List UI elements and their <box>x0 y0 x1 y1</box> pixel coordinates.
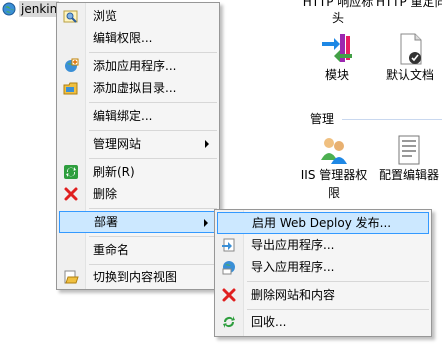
menu-item-add-application[interactable]: 添加应用程序... <box>59 55 217 77</box>
menu-item-label: 导出应用程序... <box>251 238 335 252</box>
add-virtual-directory-icon <box>63 80 79 96</box>
globe-icon <box>2 2 16 16</box>
menu-item-import-application[interactable]: 导入应用程序... <box>217 256 429 278</box>
refresh-icon <box>63 164 79 180</box>
modules-icon <box>322 34 352 62</box>
menu-item-label: 部署 <box>94 215 119 229</box>
feature-iis-manager-permissions[interactable]: IIS 管理器权限 <box>294 134 374 202</box>
content-view-icon <box>63 269 79 285</box>
section-title-management: 管理 <box>310 112 335 126</box>
feature-label: HTTP 响应标头 <box>302 0 374 25</box>
menu-item-label: 启用 Web Deploy 发布... <box>252 216 392 230</box>
feature-configuration-editor[interactable]: 配置编辑器 <box>376 134 442 184</box>
menu-item-deploy[interactable]: 部署 <box>59 211 217 233</box>
iis-manager-permissions-icon <box>321 138 347 164</box>
menu-item-enable-web-deploy[interactable]: 启用 Web Deploy 发布... <box>217 212 429 234</box>
add-application-icon <box>63 58 79 74</box>
delete-site-icon <box>221 287 237 303</box>
feature-label: 模块 <box>324 68 349 82</box>
menu-item-label: 添加虚拟目录... <box>93 81 177 95</box>
menu-separator <box>89 158 217 159</box>
export-application-icon <box>221 237 237 253</box>
menu-item-edit-bindings[interactable]: 编辑绑定... <box>59 105 217 127</box>
import-application-icon <box>221 259 237 275</box>
menu-item-label: 刷新(R) <box>93 165 135 179</box>
menu-item-edit-permissions[interactable]: 编辑权限... <box>59 27 217 49</box>
configuration-editor-icon <box>398 135 420 165</box>
menu-item-rename[interactable]: 重命名 <box>59 239 217 261</box>
menu-item-add-virtual-directory[interactable]: 添加虚拟目录... <box>59 77 217 99</box>
feature-label: 默认文档 <box>385 68 434 82</box>
feature-http-redirect[interactable]: HTTP 重定向 <box>376 0 442 10</box>
menu-separator <box>89 236 217 237</box>
menu-item-label: 删除 <box>93 187 118 201</box>
feature-modules[interactable]: 模块 <box>312 32 362 84</box>
menu-item-switch-content-view[interactable]: 切换到内容视图 <box>59 266 217 288</box>
menu-item-label: 回收... <box>251 315 287 329</box>
feature-label: HTTP 重定向 <box>376 0 442 9</box>
menu-item-label: 浏览 <box>93 9 118 23</box>
menu-item-label: 编辑绑定... <box>93 109 153 123</box>
submenu-arrow-icon <box>205 140 209 148</box>
menu-item-recycle[interactable]: 回收... <box>217 311 429 333</box>
site-context-menu: 浏览 编辑权限... 添加应用程序... 添加虚拟目录... 编辑绑定... 管… <box>56 2 220 290</box>
delete-icon <box>63 186 79 202</box>
menu-separator <box>89 52 217 53</box>
menu-separator <box>89 130 217 131</box>
menu-item-label: 切换到内容视图 <box>93 270 178 284</box>
menu-separator <box>247 281 429 282</box>
menu-separator <box>89 208 217 209</box>
recycle-icon <box>221 314 237 330</box>
feature-http-response-headers[interactable]: HTTP 响应标头 <box>298 0 378 26</box>
menu-item-label: 导入应用程序... <box>251 260 335 274</box>
menu-item-label: 编辑权限... <box>93 31 153 45</box>
feature-default-document[interactable]: 默认文档 <box>382 32 438 84</box>
menu-item-label: 添加应用程序... <box>93 59 177 73</box>
menu-item-label: 管理网站 <box>93 137 142 151</box>
browse-icon <box>63 8 79 24</box>
menu-item-browse[interactable]: 浏览 <box>59 5 217 27</box>
menu-separator <box>89 102 217 103</box>
deploy-submenu: 启用 Web Deploy 发布... 导出应用程序... 导入应用程序... … <box>214 209 432 337</box>
menu-item-label: 重命名 <box>93 243 130 257</box>
menu-item-delete-site-and-content[interactable]: 删除网站和内容 <box>217 284 429 306</box>
menu-item-refresh[interactable]: 刷新(R) <box>59 161 217 183</box>
tree-node-label: jenkin <box>19 1 60 17</box>
submenu-arrow-icon <box>204 219 208 227</box>
menu-item-manage-website[interactable]: 管理网站 <box>59 133 217 155</box>
menu-item-export-application[interactable]: 导出应用程序... <box>217 234 429 256</box>
menu-item-delete[interactable]: 删除 <box>59 183 217 205</box>
tree-node-site[interactable]: jenkin <box>2 0 60 18</box>
section-divider <box>342 119 442 120</box>
menu-separator <box>89 264 217 265</box>
default-document-icon <box>400 33 422 65</box>
menu-separator <box>247 309 429 310</box>
feature-label: 配置编辑器 <box>378 168 439 182</box>
feature-label: IIS 管理器权限 <box>300 168 368 200</box>
menu-item-label: 删除网站和内容 <box>251 288 336 302</box>
